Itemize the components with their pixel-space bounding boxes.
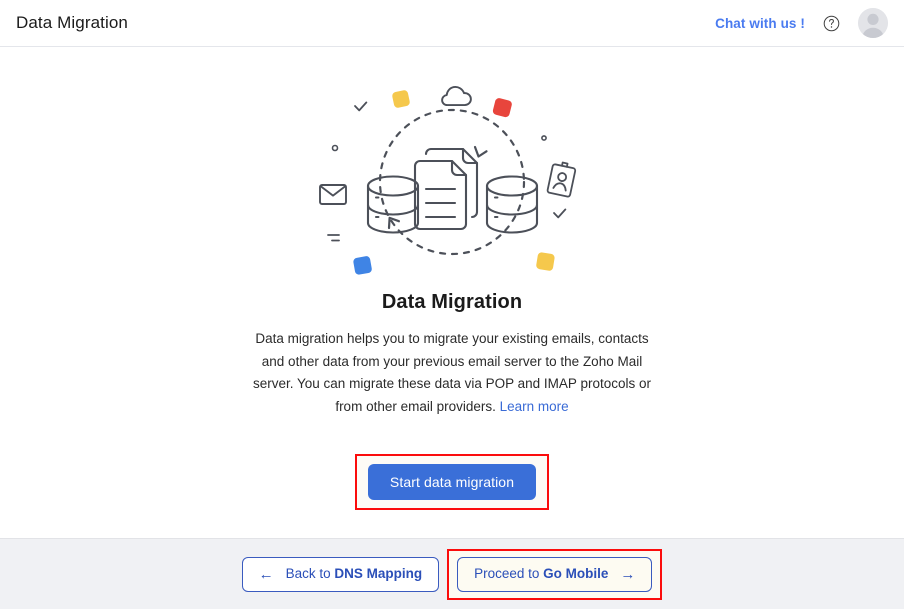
header-actions: Chat with us ! bbox=[715, 8, 888, 38]
wizard-footer: ← Back to DNS Mapping Proceed to Go Mobi… bbox=[0, 538, 904, 609]
back-to-dns-mapping-button[interactable]: ← Back to DNS Mapping bbox=[241, 556, 440, 592]
next-button-label: Proceed to Go Mobile bbox=[474, 565, 609, 582]
cta-annotation-box: Start data migration bbox=[354, 454, 550, 510]
panel-description: Data migration helps you to migrate your… bbox=[252, 328, 652, 418]
question-mark-circle-icon[interactable] bbox=[823, 15, 840, 32]
data-migration-page: Data Migration Chat with us ! Data Migra… bbox=[0, 0, 904, 609]
back-button-target: DNS Mapping bbox=[334, 565, 423, 581]
page-title: Data Migration bbox=[16, 13, 128, 32]
learn-more-link[interactable]: Learn more bbox=[500, 399, 569, 414]
back-button-label: Back to DNS Mapping bbox=[285, 565, 423, 582]
next-button-target: Go Mobile bbox=[543, 565, 609, 581]
panel-title: Data Migration bbox=[381, 291, 523, 313]
panel-description-text: Data migration helps you to migrate your… bbox=[253, 331, 651, 414]
data-migration-illustration bbox=[302, 67, 602, 287]
back-button-prefix: Back to bbox=[285, 565, 335, 581]
next-button-prefix: Proceed to bbox=[474, 565, 544, 581]
main-content: Data Migration Data migration helps you … bbox=[0, 47, 904, 538]
next-annotation-box: Proceed to Go Mobile → bbox=[447, 548, 663, 600]
arrow-right-icon: → bbox=[620, 565, 636, 583]
chat-with-us-link[interactable]: Chat with us ! bbox=[715, 16, 805, 31]
proceed-to-go-mobile-button[interactable]: Proceed to Go Mobile → bbox=[457, 556, 653, 592]
app-header: Data Migration Chat with us ! bbox=[0, 0, 904, 47]
arrow-left-icon: ← bbox=[258, 565, 274, 583]
wizard-footer-buttons: ← Back to DNS Mapping Proceed to Go Mobi… bbox=[241, 548, 663, 600]
start-data-migration-button[interactable]: Start data migration bbox=[367, 464, 537, 500]
user-avatar[interactable] bbox=[858, 8, 888, 38]
